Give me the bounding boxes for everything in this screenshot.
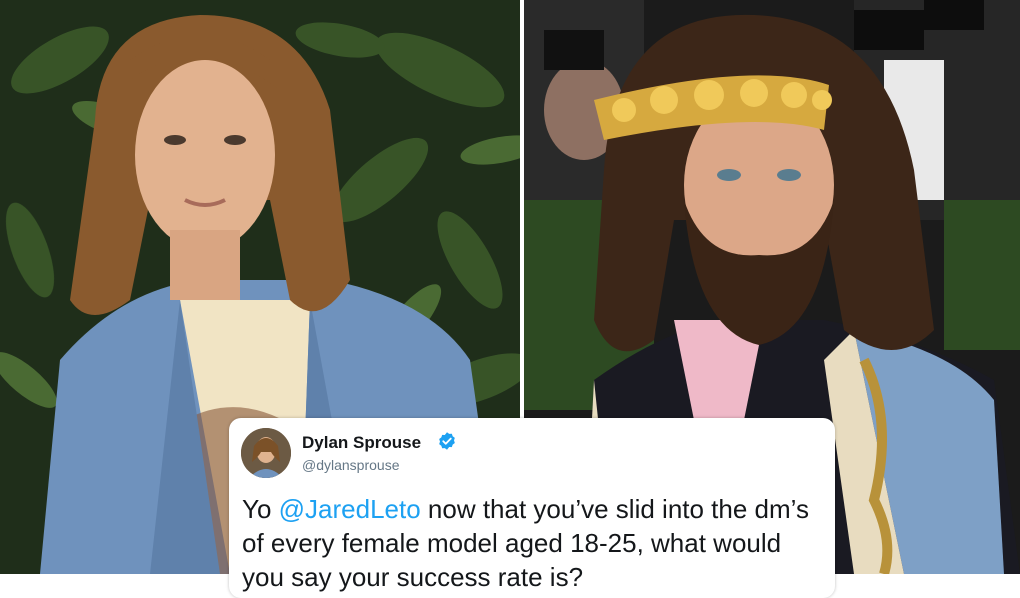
tweet-text: Yo @JaredLeto now that you’ve slid into … <box>242 492 827 594</box>
avatar[interactable] <box>241 428 291 478</box>
display-name[interactable]: Dylan Sprouse <box>302 433 421 453</box>
tweet-card: Dylan Sprouse @dylansprouse Yo @JaredLet… <box>229 418 835 598</box>
handle[interactable]: @dylansprouse <box>302 457 400 473</box>
mention-link[interactable]: @JaredLeto <box>279 494 421 524</box>
verified-badge-icon <box>439 432 455 450</box>
tweet-text-start: Yo <box>242 494 279 524</box>
